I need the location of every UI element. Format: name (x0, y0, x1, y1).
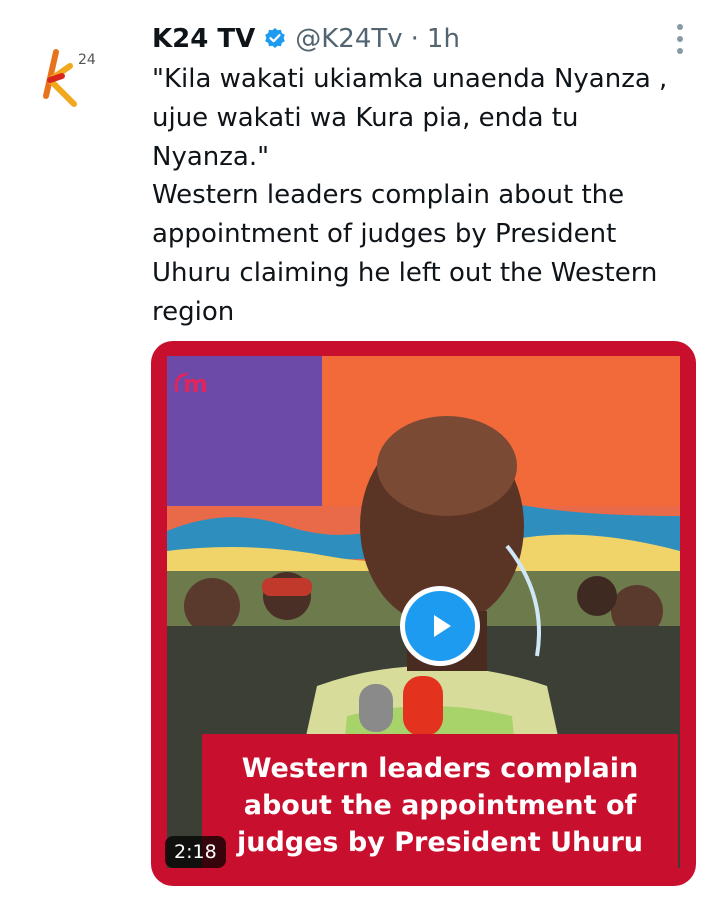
play-icon (405, 591, 475, 661)
more-options-icon[interactable] (668, 24, 692, 54)
video-card[interactable]: m Western leaders complain about the app… (151, 341, 696, 886)
author-name[interactable]: K24 TV (152, 24, 255, 54)
author-handle[interactable]: @K24Tv (295, 24, 402, 54)
k24-logo-number: 24 (78, 52, 96, 68)
tweet-timestamp[interactable]: 1h (427, 24, 460, 54)
header-separator: · (410, 24, 419, 54)
media-watermark-icon: m (174, 370, 208, 398)
play-button[interactable] (400, 586, 480, 666)
k24-avatar[interactable]: 24 (40, 40, 120, 120)
tweet-header: K24 TV @K24Tv · 1h (152, 22, 460, 56)
video-duration: 2:18 (165, 836, 226, 868)
svg-text:m: m (183, 370, 208, 398)
video-caption: Western leaders complain about the appoi… (202, 734, 678, 868)
k24-logo-icon: 24 (43, 49, 96, 107)
tweet-text: "Kila wakati ukiamka unaenda Nyanza , uj… (152, 64, 668, 327)
video-thumbnail[interactable]: m Western leaders complain about the app… (167, 356, 680, 868)
verified-badge-icon (263, 27, 287, 51)
